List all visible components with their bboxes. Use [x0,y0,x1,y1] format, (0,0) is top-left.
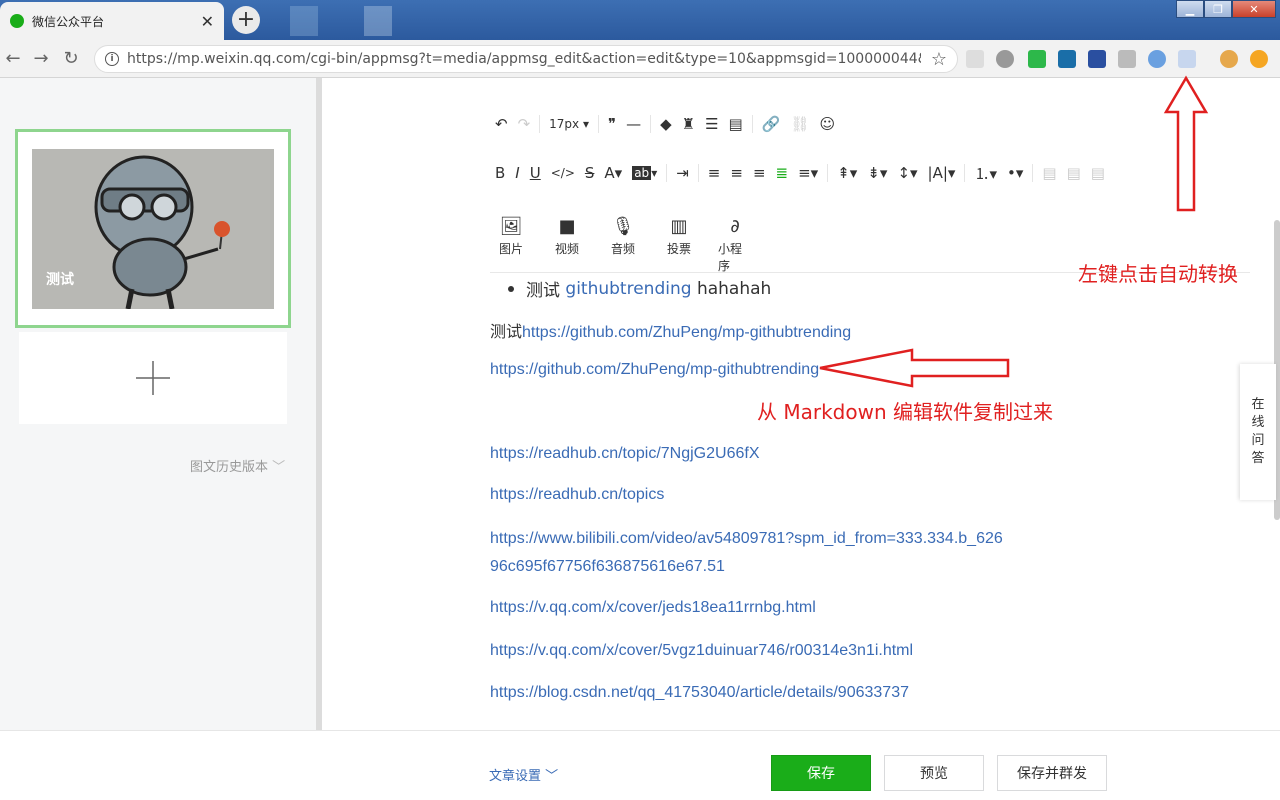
article-settings-link[interactable]: 文章设置 ﹀ [489,765,558,784]
annotation-auto-convert: 左键点击自动转换 [1078,262,1238,286]
help-char: 线 [1251,415,1265,430]
editor-footer: 文章设置 ﹀ 保存 预览 保存并群发 [0,730,1280,800]
article-settings-label: 文章设置 [489,769,542,784]
preview-button[interactable]: 预览 [884,755,984,791]
chevron-down-icon: ﹀ [545,769,559,784]
help-char: 问 [1251,433,1265,448]
help-char: 答 [1251,451,1265,466]
online-qa-tab[interactable]: 在 线 问 答 [1240,364,1276,500]
help-char: 在 [1251,397,1265,412]
annotation-copied-from-markdown: 从 Markdown 编辑软件复制过来 [757,400,1053,424]
annotation-overlay [819,75,1209,388]
left-arrow [819,348,1010,388]
save-button[interactable]: 保存 [771,755,871,791]
save-and-send-button[interactable]: 保存并群发 [997,755,1107,791]
up-arrow [1163,75,1209,212]
